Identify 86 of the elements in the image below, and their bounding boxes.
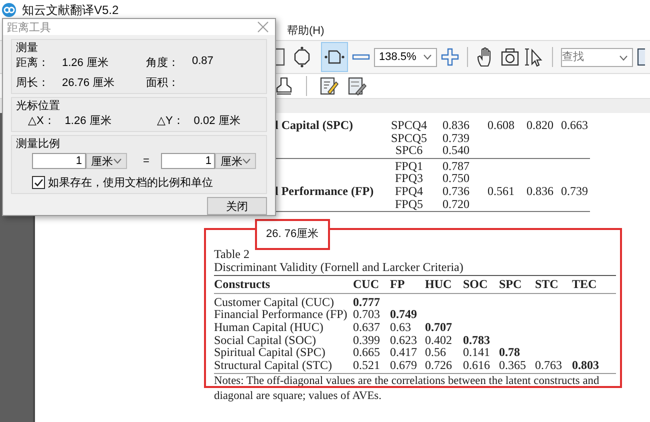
table-cell-text: 0.777 — [353, 296, 381, 308]
table-cell-text: 0.703 — [353, 308, 381, 321]
column-header: HUC — [425, 278, 453, 291]
field-label: 角度： — [146, 56, 178, 70]
group-title: 光标位置 — [16, 99, 61, 113]
table-cell-text: 0.803 — [572, 358, 600, 372]
table-cell-text: 0.665 — [353, 346, 381, 359]
table-cell-text: 0.679 — [390, 358, 418, 372]
table-cell-text: 0.141 — [463, 346, 491, 359]
table-cell: 0.663 — [561, 119, 588, 132]
use-document-checkbox[interactable]: 如果存在，使用文档的比例和单位 — [16, 175, 258, 190]
column-header: TEC — [572, 278, 598, 291]
table-cell-text: 0.783 — [463, 334, 491, 346]
table-cell: FPQ3 — [394, 172, 423, 185]
table-cell: 0.739 — [561, 184, 588, 198]
table-cell-text: 0.365 — [499, 358, 527, 372]
table-cell-text: Financial Performance (FP) — [214, 308, 348, 321]
table-cell-text: 0.637 — [353, 320, 381, 334]
field-value: 26.76 厘米 — [62, 76, 115, 90]
table-cell-text: 0.623 — [390, 334, 418, 346]
field-value: 1.26 厘米 — [64, 114, 112, 128]
zoom-dropdown[interactable]: 138.5% — [374, 48, 437, 66]
table-cell-text: 0.78 — [499, 346, 521, 359]
table-cell-text: 0.726 — [425, 358, 453, 372]
table-cell-text: Social Capital (SOC) — [214, 334, 316, 346]
table-cell-text: Spiritual Capital (SPC) — [214, 346, 326, 359]
field-value: 0.87 — [192, 55, 214, 69]
table-cell-text: 0.616 — [463, 358, 491, 372]
table-cell: 0.736 — [442, 184, 470, 198]
number-field[interactable]: 1 — [161, 153, 216, 169]
table-cell-text: 0.56 — [425, 346, 447, 359]
table-cell: 0.750 — [442, 172, 470, 185]
column-header: FP — [390, 278, 406, 291]
table-cell-text: 0.399 — [353, 334, 381, 346]
unit-dropdown[interactable]: 厘米 — [215, 153, 256, 169]
measurement-label: 26. 76厘米 — [255, 219, 330, 250]
number-field[interactable]: 1 — [32, 153, 86, 169]
column-header: STC — [535, 278, 560, 291]
table-cell: SPCQ5 — [390, 132, 428, 144]
table-cell-text: 0.417 — [390, 346, 418, 359]
table-cell: 0.820 — [526, 119, 554, 132]
table-cell: FPQ5 — [394, 198, 423, 210]
unit-dropdown[interactable]: 厘米 — [86, 153, 127, 169]
table-cell: 0.836 — [526, 184, 554, 198]
close-button[interactable]: 关闭 — [207, 197, 267, 215]
group-title: 测量 — [16, 41, 39, 55]
table-cell-text: Human Capital (HUC) — [214, 320, 324, 334]
menu-item[interactable]: 帮助(H) — [287, 22, 324, 38]
field-label: 面积： — [146, 76, 178, 90]
search-field[interactable]: 查找 — [561, 48, 633, 66]
table-cell: SPCQ4 — [390, 119, 428, 132]
field-label: 周长： — [16, 76, 48, 90]
table-cell-text: 0.63 — [390, 320, 412, 334]
table-cell-text: 0.707 — [425, 320, 453, 334]
field-label: 距离： — [16, 56, 48, 70]
table-cell-text: Customer Capital (CUC) — [214, 296, 335, 308]
table-notes: Notes: The off-diagonal values are the correlations between the latent constructs and diagonal are square; values of AVEs. — [214, 374, 600, 404]
table-cell-text: 0.749 — [390, 308, 418, 321]
table-cell-text: 0.521 — [353, 358, 381, 372]
table-cell-text: 0.763 — [535, 358, 563, 372]
table-cell: FPQ1 — [394, 160, 423, 172]
table-title: Discriminant Validity (Fornell and Larcker Criteria) — [214, 261, 464, 274]
table-cell: SPC6 — [395, 144, 423, 157]
table-cell: 0.836 — [442, 119, 470, 132]
table-cell: 0.561 — [488, 184, 514, 198]
table-cell: FPQ4 — [394, 184, 423, 198]
table-cell-text: 0.402 — [425, 334, 453, 346]
table-cell: 0.720 — [442, 198, 470, 210]
table-cell: 0.787 — [442, 160, 470, 172]
table-cell: 0.608 — [488, 119, 514, 132]
equals-sign: = — [143, 155, 150, 167]
table-cell-text: Structural Capital (STC) — [214, 358, 333, 372]
field-label: △Y： — [157, 114, 184, 128]
window-title: 知云文献翻译V5.2 — [22, 2, 119, 18]
field-value: 1.26 厘米 — [62, 56, 108, 70]
group-title: 测量比例 — [16, 137, 61, 151]
column-header: SPC — [499, 278, 523, 291]
column-header: Constructs — [214, 278, 271, 291]
dialog-title: 距离工具 — [7, 20, 51, 34]
column-header: SOC — [463, 278, 489, 291]
table-cell: 0.739 — [442, 132, 470, 144]
column-header: CUC — [353, 278, 380, 291]
table-label: Table 2 — [214, 248, 250, 262]
field-label: △X： — [28, 114, 55, 128]
table-cell: 0.540 — [442, 144, 470, 157]
field-value: 0.02 厘米 — [194, 114, 240, 128]
